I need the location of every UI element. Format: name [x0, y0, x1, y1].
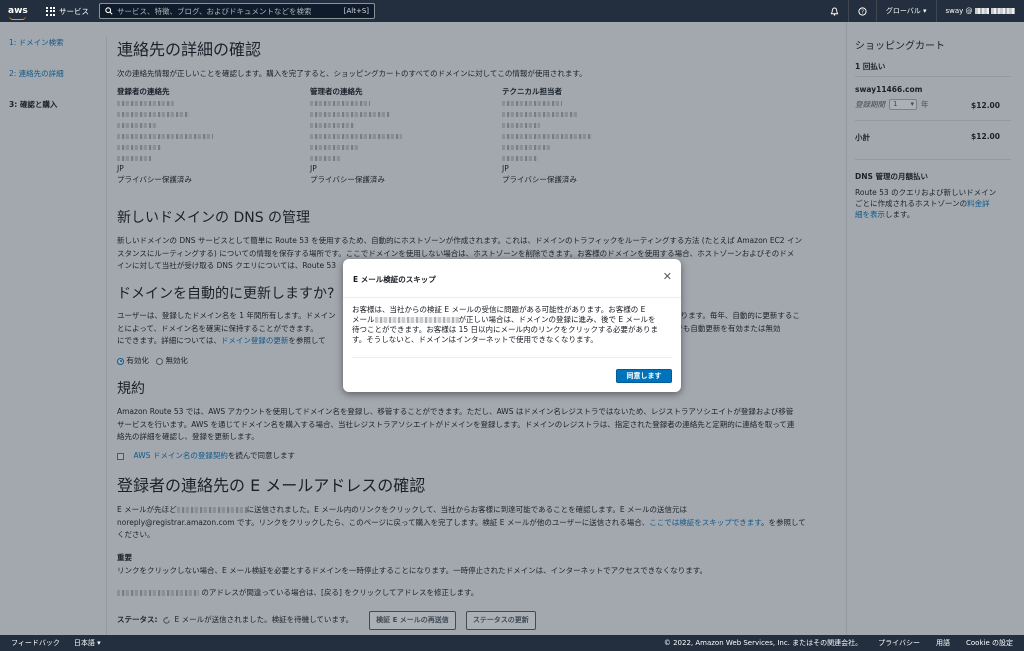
feedback-link[interactable]: フィードバック	[11, 638, 60, 648]
skip-verification-dialog: E メール検証のスキップ ✕ お客様は、当社からの検証 E メールの受信に問題が…	[343, 259, 681, 392]
search-shortcut: [Alt+S]	[343, 7, 369, 15]
aws-logo-text: aws	[8, 5, 28, 16]
redacted-account	[974, 8, 989, 14]
privacy-link[interactable]: プライバシー	[878, 638, 920, 648]
services-menu[interactable]: サービス	[46, 6, 89, 17]
language-selector[interactable]: 日本語 ▾	[74, 638, 101, 648]
search-input[interactable]	[117, 6, 340, 16]
agree-button[interactable]: 同意します	[616, 369, 672, 383]
dialog-line: 待つことができます。お客様は 15 日以内にメール内のリンクをクリックする必要が…	[352, 325, 659, 334]
account-menu[interactable]: sway @	[935, 0, 1024, 22]
grid-icon	[46, 6, 55, 16]
dialog-divider	[343, 297, 681, 298]
close-icon[interactable]: ✕	[663, 270, 672, 283]
footer-links: © 2022, Amazon Web Services, Inc. またはその関…	[664, 638, 1013, 648]
aws-logo[interactable]: aws	[8, 5, 34, 20]
search-box[interactable]: [Alt+S]	[99, 3, 375, 19]
account-label: sway @	[945, 7, 973, 15]
notifications-button[interactable]	[821, 0, 848, 22]
svg-text:?: ?	[861, 9, 864, 15]
region-label: グローバル ▾	[885, 7, 927, 15]
copyright: © 2022, Amazon Web Services, Inc. またはその関…	[663, 639, 863, 647]
region-selector[interactable]: グローバル ▾	[875, 0, 936, 22]
footer: フィードバック 日本語 ▾ © 2022, Amazon Web Service…	[0, 635, 1024, 651]
help-icon: ?	[858, 6, 867, 16]
cookie-settings-link[interactable]: Cookie の設定	[966, 638, 1013, 648]
redacted-account-2	[991, 8, 1015, 14]
dialog-line: お客様は、当社からの検証 E メールの受信に問題がある可能性があります。お客様の…	[352, 305, 646, 314]
redacted-email	[374, 317, 459, 323]
dialog-body: お客様は、当社からの検証 E メールの受信に問題がある可能性があります。お客様の…	[352, 305, 674, 345]
dialog-line: が正しい場合は、ドメインの登録に進み、後で E メールを	[458, 315, 656, 324]
services-label: サービス	[59, 6, 89, 16]
dialog-line: メール	[352, 315, 375, 324]
search-icon	[105, 7, 113, 15]
dialog-line: す。そうしないと、ドメインはインターネットで使用できなくなります。	[352, 335, 598, 344]
help-button[interactable]: ?	[847, 0, 876, 22]
terms-link[interactable]: 用語	[936, 638, 950, 648]
nav-right: ? グローバル ▾ sway @	[821, 0, 1024, 22]
bell-icon	[830, 6, 839, 16]
top-navigation-bar: aws サービス [Alt+S] ? グローバル ▾ sway @	[0, 0, 1024, 22]
dialog-title: E メール検証のスキップ	[353, 275, 436, 284]
dialog-divider	[352, 357, 672, 358]
